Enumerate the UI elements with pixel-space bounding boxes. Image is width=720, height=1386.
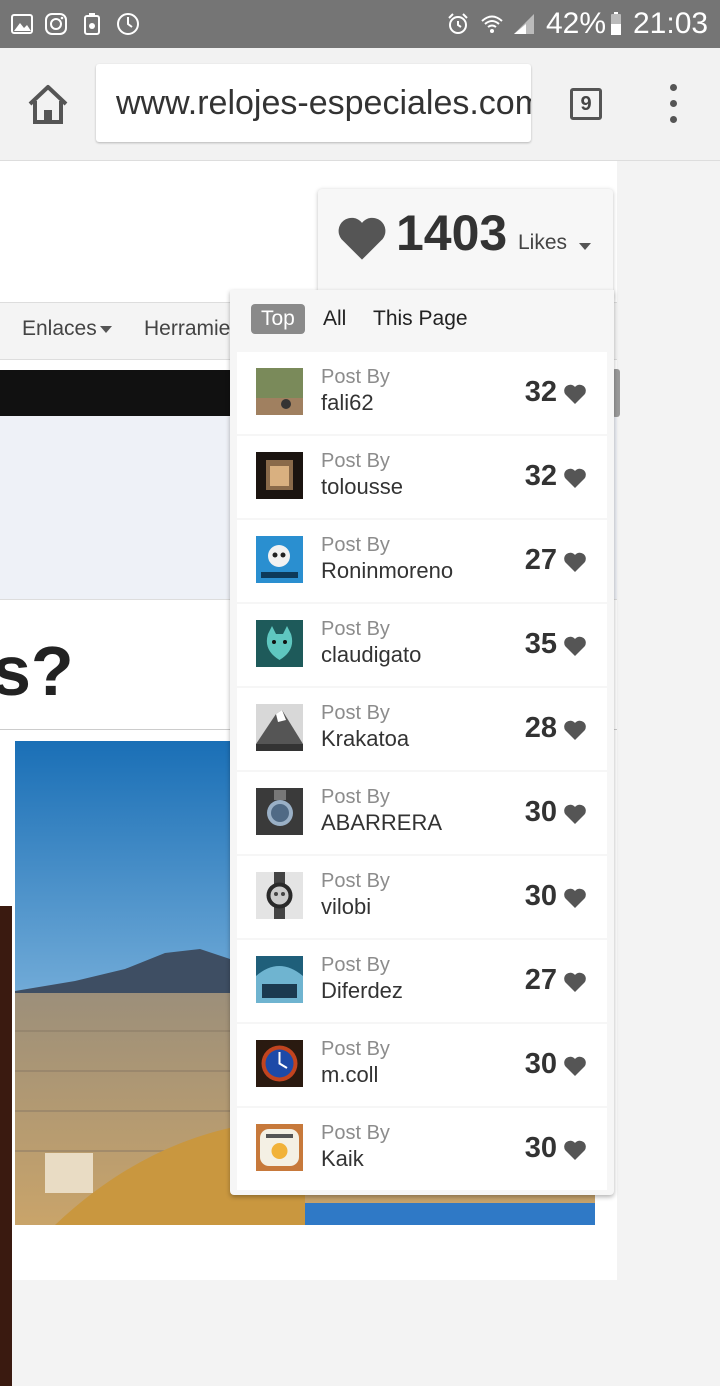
heart-icon bbox=[564, 804, 586, 824]
gallery-icon bbox=[11, 14, 33, 34]
like-count: 27 bbox=[524, 544, 557, 576]
list-item[interactable]: Post By Diferdez 27 bbox=[237, 940, 607, 1022]
like-count: 32 bbox=[524, 460, 557, 492]
list-item[interactable]: Post By Krakatoa 28 bbox=[237, 688, 607, 770]
avatar bbox=[256, 788, 303, 835]
article-heading: s? bbox=[0, 632, 74, 710]
heart-icon bbox=[564, 888, 586, 908]
likes-tabs: Top All This Page bbox=[230, 290, 614, 350]
avatar bbox=[256, 872, 303, 919]
url-text: www.relojes-especiales.com bbox=[116, 84, 531, 122]
list-item[interactable]: Post By fali62 32 bbox=[237, 352, 607, 434]
like-count: 27 bbox=[524, 964, 557, 996]
like-count: 32 bbox=[524, 376, 557, 408]
tab-this-page[interactable]: This Page bbox=[363, 304, 478, 334]
home-icon[interactable] bbox=[24, 82, 72, 126]
heart-icon bbox=[564, 720, 586, 740]
heart-icon bbox=[564, 1056, 586, 1076]
avatar bbox=[256, 620, 303, 667]
avatar bbox=[256, 704, 303, 751]
status-bar: 42% 21:03 bbox=[0, 0, 720, 48]
wifi-icon bbox=[481, 15, 503, 33]
tab-top[interactable]: Top bbox=[251, 304, 305, 334]
like-count: 30 bbox=[524, 1048, 557, 1080]
battery-percent: 42% bbox=[546, 7, 607, 40]
chevron-down-icon[interactable] bbox=[579, 243, 591, 250]
heart-icon bbox=[338, 217, 386, 260]
likes-count: 1403 bbox=[396, 205, 508, 261]
list-item[interactable]: Post By vilobi 30 bbox=[237, 856, 607, 938]
list-item[interactable]: Post By ABARRERA 30 bbox=[237, 772, 607, 854]
like-count: 35 bbox=[524, 628, 557, 660]
like-count: 30 bbox=[524, 1132, 557, 1164]
list-item[interactable]: Post By tolousse 32 bbox=[237, 436, 607, 518]
side-strip bbox=[0, 906, 12, 1386]
sync-icon bbox=[117, 13, 139, 35]
avatar bbox=[256, 452, 303, 499]
battery-icon bbox=[611, 12, 621, 35]
browser-toolbar: www.relojes-especiales.com 9 bbox=[0, 48, 720, 161]
avatar bbox=[256, 1124, 303, 1171]
post-author[interactable]: Krakatoa bbox=[321, 726, 409, 752]
list-item[interactable]: Post By m.coll 30 bbox=[237, 1024, 607, 1106]
like-count: 30 bbox=[524, 796, 557, 828]
heart-icon bbox=[564, 636, 586, 656]
like-count: 28 bbox=[524, 712, 557, 744]
heart-icon bbox=[564, 972, 586, 992]
avatar bbox=[256, 1040, 303, 1087]
recycle-icon bbox=[84, 13, 100, 35]
list-item[interactable]: Post By claudigato 35 bbox=[237, 604, 607, 686]
heart-icon bbox=[564, 552, 586, 572]
overflow-menu-icon[interactable] bbox=[664, 84, 684, 124]
clock: 21:03 bbox=[633, 7, 709, 40]
post-author[interactable]: claudigato bbox=[321, 642, 421, 668]
post-author[interactable]: Roninmoreno bbox=[321, 558, 453, 584]
post-author[interactable]: ABARRERA bbox=[321, 810, 442, 836]
url-bar[interactable]: www.relojes-especiales.com bbox=[96, 64, 531, 142]
like-count: 30 bbox=[524, 880, 557, 912]
tab-all[interactable]: All bbox=[313, 304, 356, 334]
post-author[interactable]: tolousse bbox=[321, 474, 403, 500]
nav-link-enlaces[interactable]: Enlaces bbox=[22, 317, 112, 341]
post-author[interactable]: Diferdez bbox=[321, 978, 403, 1004]
alarm-icon bbox=[448, 13, 468, 34]
nav-link-herramientas[interactable]: Herramie bbox=[144, 317, 230, 341]
signal-icon bbox=[514, 14, 534, 34]
list-item[interactable]: Post By Kaik 30 bbox=[237, 1108, 607, 1190]
heart-icon bbox=[564, 1140, 586, 1160]
likes-label: Likes bbox=[518, 231, 568, 254]
avatar bbox=[256, 956, 303, 1003]
avatar bbox=[256, 368, 303, 415]
tab-switcher-button[interactable]: 9 bbox=[570, 88, 602, 120]
post-author[interactable]: Kaik bbox=[321, 1146, 364, 1172]
list-item[interactable]: Post By Roninmoreno 27 bbox=[237, 520, 607, 602]
post-author[interactable]: fali62 bbox=[321, 390, 374, 416]
post-author[interactable]: m.coll bbox=[321, 1062, 378, 1088]
chevron-down-icon bbox=[99, 325, 112, 333]
heart-icon bbox=[564, 384, 586, 404]
likes-dropdown: Top All This Page Post By fali62 32 Post… bbox=[230, 290, 614, 1195]
instagram-icon bbox=[45, 13, 67, 35]
post-author[interactable]: vilobi bbox=[321, 894, 371, 920]
likes-summary[interactable]: 1403 Likes bbox=[318, 189, 613, 299]
heart-icon bbox=[564, 468, 586, 488]
avatar bbox=[256, 536, 303, 583]
